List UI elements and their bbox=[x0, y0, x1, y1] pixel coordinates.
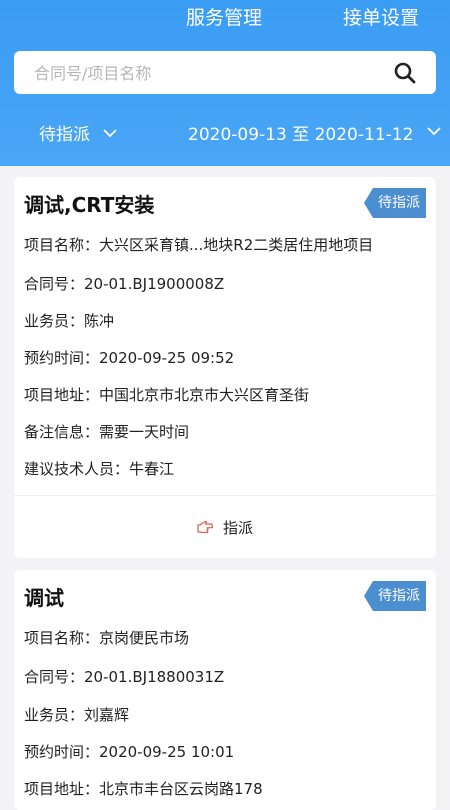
search-box bbox=[14, 51, 436, 96]
status-filter-label: 待指派 bbox=[39, 125, 90, 145]
status-filter[interactable]: 待指派 bbox=[39, 122, 118, 148]
assign-button[interactable]: 指派 bbox=[14, 513, 436, 543]
search-input[interactable] bbox=[32, 51, 376, 96]
appointment-time-field: 预约时间：2020-09-25 09:52 bbox=[24, 349, 235, 367]
order-card[interactable]: 调试 待指派 项目名称：京岗便民市场 合同号：20-01.BJ1880031Z … bbox=[14, 570, 436, 810]
search-icon[interactable] bbox=[394, 62, 416, 84]
assign-button-label: 指派 bbox=[222, 519, 253, 537]
project-name-field: 项目名称：京岗便民市场 bbox=[24, 629, 190, 647]
order-card[interactable]: 调试,CRT安装 待指派 项目名称：大兴区采育镇...地块R2二类居住用地项目 … bbox=[14, 177, 436, 558]
chevron-down-icon[interactable] bbox=[427, 127, 441, 136]
salesperson-field: 业务员：刘嘉辉 bbox=[24, 706, 130, 724]
remarks-field: 备注信息：需要一天时间 bbox=[24, 423, 190, 441]
appointment-time-field: 预约时间：2020-09-25 10:01 bbox=[24, 743, 235, 761]
project-address-field: 项目地址：中国北京市北京市大兴区育圣街 bbox=[24, 386, 310, 404]
contract-number-field: 合同号：20-01.BJ1900008Z bbox=[24, 275, 225, 293]
salesperson-field: 业务员：陈冲 bbox=[24, 312, 115, 330]
date-range-filter[interactable]: 2020-09-13 至 2020-11-12 bbox=[188, 122, 413, 148]
pointing-hand-icon bbox=[197, 521, 213, 533]
divider bbox=[14, 495, 436, 496]
status-badge: 待指派 bbox=[364, 188, 426, 218]
contract-number-field: 合同号：20-01.BJ1880031Z bbox=[24, 668, 225, 686]
suggested-technician-field: 建议技术人员：牛春江 bbox=[24, 460, 175, 478]
project-address-field: 项目地址：北京市丰台区云岗路178 bbox=[24, 780, 263, 798]
top-tabs: 服务管理 接单设置 bbox=[0, 4, 450, 34]
order-title: 调试,CRT安装 bbox=[24, 193, 155, 217]
tab-order-settings[interactable]: 接单设置 bbox=[343, 4, 419, 32]
tab-service-management[interactable]: 服务管理 bbox=[186, 4, 262, 32]
status-badge: 待指派 bbox=[364, 581, 426, 611]
project-name-field: 项目名称：大兴区采育镇...地块R2二类居住用地项目 bbox=[24, 236, 374, 254]
chevron-down-icon bbox=[103, 128, 118, 137]
date-range-label: 2020-09-13 至 2020-11-12 bbox=[188, 125, 414, 145]
order-title: 调试 bbox=[24, 586, 64, 610]
header-bar: 服务管理 接单设置 待指派 2020-09-13 至 2020-11-12 bbox=[0, 0, 450, 166]
